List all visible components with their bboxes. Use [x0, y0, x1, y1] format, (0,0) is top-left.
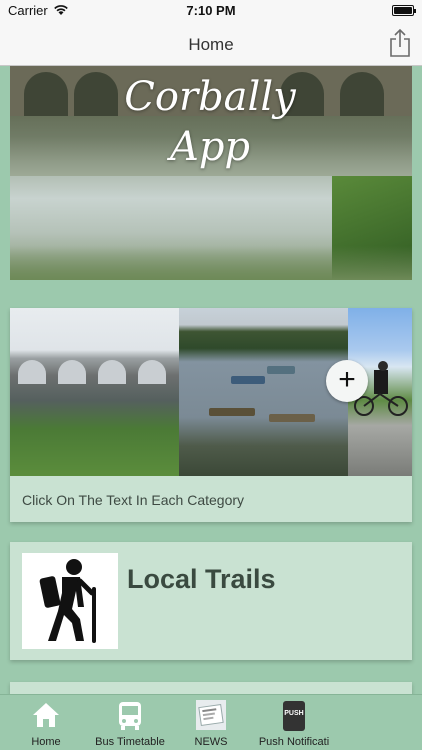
tab-bus-timetable[interactable]: Bus Timetable — [88, 695, 172, 750]
clock: 7:10 PM — [186, 3, 236, 18]
tab-news[interactable]: NEWS — [186, 695, 236, 750]
tab-push-notifications-label: Push Notificati — [258, 736, 330, 748]
tab-home-label: Home — [31, 736, 61, 748]
push-icon: PUSH — [281, 700, 307, 732]
share-icon[interactable] — [388, 28, 412, 58]
tab-home[interactable]: Home — [18, 695, 74, 750]
tab-bar: Home Bus Timetable NEWS PUSH Push Notifi… — [0, 694, 422, 750]
hero-banner: Corbally App — [10, 66, 412, 280]
gallery-card[interactable]: + Click On The Text In Each Category — [10, 308, 412, 522]
tab-bus-timetable-label: Bus Timetable — [95, 736, 165, 748]
gallery-caption: Click On The Text In Each Category — [22, 492, 245, 508]
tab-push-notifications[interactable]: PUSH Push Notificati — [254, 695, 334, 750]
navigation-bar: Home — [0, 22, 422, 66]
app-title-line2: App — [169, 124, 251, 170]
tab-news-label: NEWS — [194, 736, 228, 748]
status-bar: Carrier 7:10 PM — [0, 0, 422, 22]
plus-icon[interactable]: + — [326, 360, 368, 402]
app-title-line1: Corbally — [124, 74, 296, 120]
push-icon-text: PUSH — [284, 710, 304, 717]
battery-icon — [392, 5, 416, 16]
news-icon — [196, 700, 226, 730]
hiker-icon[interactable] — [22, 553, 118, 649]
boats-photo[interactable] — [179, 308, 348, 476]
bus-icon — [119, 702, 141, 730]
bridge-photo[interactable] — [10, 308, 179, 476]
page-title: Home — [188, 35, 234, 54]
category-card-local-trails[interactable]: Local Trails — [10, 542, 412, 660]
category-label[interactable]: Local Trails — [127, 564, 276, 595]
home-icon — [33, 703, 59, 727]
app-title: Corbally App — [120, 72, 300, 172]
